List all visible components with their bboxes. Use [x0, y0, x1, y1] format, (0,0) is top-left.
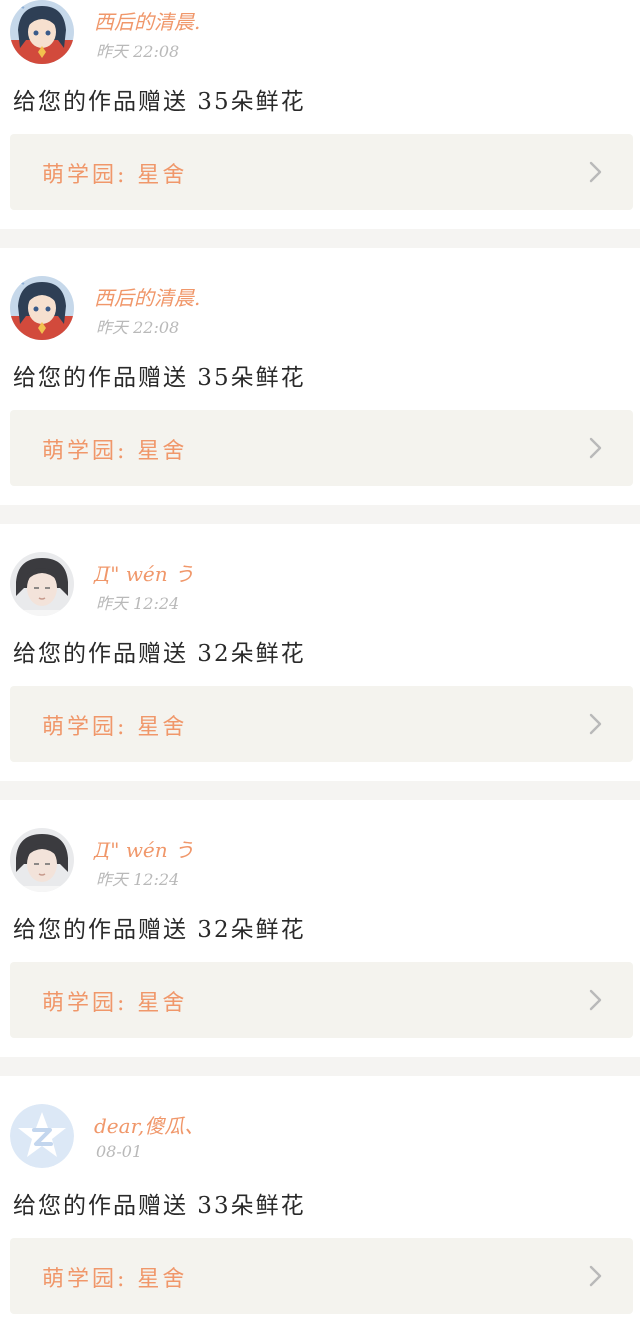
anime-girl-avatar[interactable]: [10, 276, 74, 340]
username[interactable]: Д" wén う: [94, 834, 194, 863]
work-title-label: 萌学园: 星舍: [42, 1267, 188, 1292]
timestamp: 昨天 12:24: [96, 870, 180, 889]
card-separator: [0, 229, 640, 248]
card-separator: [0, 505, 640, 524]
photo-portrait-avatar[interactable]: [10, 828, 74, 892]
gift-message: 给您的作品赠送 35朵鲜花: [13, 89, 306, 115]
gift-message: 给您的作品赠送 32朵鲜花: [13, 641, 306, 667]
username[interactable]: 西后的清晨.: [94, 282, 200, 311]
gift-notification-feed: 西后的清晨. 昨天 22:08 给您的作品赠送 35朵鲜花 萌学园: 星舍 西后…: [0, 0, 640, 1333]
timestamp: 08-01: [96, 1142, 143, 1161]
gift-notification-card: dear,傻瓜、 08-01 给您的作品赠送 33朵鲜花 萌学园: 星舍: [0, 1076, 640, 1333]
timestamp: 昨天 22:08: [96, 42, 180, 61]
chevron-right-icon: [589, 713, 602, 735]
work-link-button[interactable]: 萌学园: 星舍: [10, 1238, 633, 1314]
gift-message: 给您的作品赠送 32朵鲜花: [13, 917, 306, 943]
gift-message: 给您的作品赠送 33朵鲜花: [13, 1193, 306, 1219]
timestamp: 昨天 12:24: [96, 594, 180, 613]
chevron-right-icon: [589, 161, 602, 183]
chevron-right-icon: [589, 989, 602, 1011]
gift-notification-card: 西后的清晨. 昨天 22:08 给您的作品赠送 35朵鲜花 萌学园: 星舍: [0, 0, 640, 229]
gift-notification-card: 西后的清晨. 昨天 22:08 给您的作品赠送 35朵鲜花 萌学园: 星舍: [0, 248, 640, 505]
qq-default-avatar[interactable]: [10, 1104, 74, 1168]
gift-message: 给您的作品赠送 35朵鲜花: [13, 365, 306, 391]
work-title-label: 萌学园: 星舍: [42, 715, 188, 740]
work-link-button[interactable]: 萌学园: 星舍: [10, 686, 633, 762]
work-title-label: 萌学园: 星舍: [42, 163, 188, 188]
work-title-label: 萌学园: 星舍: [42, 439, 188, 464]
gift-notification-card: Д" wén う 昨天 12:24 给您的作品赠送 32朵鲜花 萌学园: 星舍: [0, 524, 640, 781]
username[interactable]: Д" wén う: [94, 558, 194, 587]
work-link-button[interactable]: 萌学园: 星舍: [10, 410, 633, 486]
username[interactable]: dear,傻瓜、: [94, 1110, 204, 1139]
card-separator: [0, 1057, 640, 1076]
gift-notification-card: Д" wén う 昨天 12:24 给您的作品赠送 32朵鲜花 萌学园: 星舍: [0, 800, 640, 1057]
username[interactable]: 西后的清晨.: [94, 6, 200, 35]
chevron-right-icon: [589, 437, 602, 459]
anime-girl-avatar[interactable]: [10, 0, 74, 64]
chevron-right-icon: [589, 1265, 602, 1287]
work-link-button[interactable]: 萌学园: 星舍: [10, 134, 633, 210]
work-link-button[interactable]: 萌学园: 星舍: [10, 962, 633, 1038]
work-title-label: 萌学园: 星舍: [42, 991, 188, 1016]
photo-portrait-avatar[interactable]: [10, 552, 74, 616]
card-separator: [0, 781, 640, 800]
timestamp: 昨天 22:08: [96, 318, 180, 337]
